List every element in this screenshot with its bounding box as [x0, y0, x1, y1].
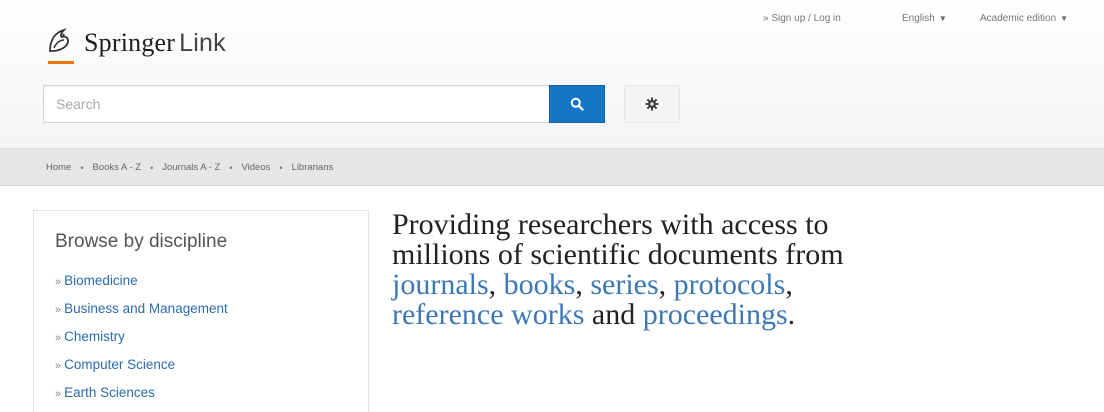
- logo-accent-bar: [48, 61, 74, 64]
- caret-down-icon: ▼: [1060, 14, 1069, 23]
- caret-down-icon: ▼: [938, 14, 947, 23]
- nav-separator: •: [229, 162, 233, 173]
- discipline-link-chemistry[interactable]: » Chemistry: [55, 329, 228, 357]
- proceedings-link[interactable]: proceedings: [643, 298, 788, 331]
- springer-horse-icon: [44, 24, 76, 64]
- reference-works-link[interactable]: reference works: [392, 298, 584, 331]
- discipline-link-business-management[interactable]: » Business and Management: [55, 301, 228, 329]
- hero-line-3: journals, books, series, protocols,: [392, 268, 793, 301]
- site-header: Springer Link » Sign up / Log in English ▼…: [0, 0, 1104, 150]
- panel-title: Browse by discipline: [55, 231, 228, 252]
- brand-springer: Springer: [84, 28, 176, 57]
- brand-name: Springer Link: [84, 28, 226, 58]
- journals-link[interactable]: journals: [392, 268, 489, 301]
- hero-line-2: millions of scientific documents from: [392, 238, 844, 271]
- main-nav: Home • Books A - Z • Journals A - Z • Vi…: [0, 148, 1104, 186]
- nav-books-a-z[interactable]: Books A - Z: [93, 162, 142, 173]
- discipline-list: » Biomedicine » Business and Management » C…: [55, 273, 228, 412]
- protocols-link[interactable]: protocols: [674, 268, 786, 301]
- edition-label: Academic edition: [980, 13, 1057, 24]
- hero-line-1: Providing researchers with access to: [392, 208, 829, 241]
- nav-videos[interactable]: Videos: [241, 162, 270, 173]
- nav-separator: •: [150, 162, 154, 173]
- language-selector[interactable]: English ▼: [902, 13, 947, 24]
- books-link[interactable]: books: [504, 268, 576, 301]
- edition-selector[interactable]: Academic edition ▼: [980, 13, 1068, 24]
- hero-line-4: reference works and proceedings.: [392, 298, 796, 331]
- search-icon: [570, 97, 584, 111]
- brand-link: Link: [179, 29, 226, 57]
- search-button[interactable]: [549, 85, 605, 123]
- discipline-link-biomedicine[interactable]: » Biomedicine: [55, 273, 228, 301]
- search-input[interactable]: Search: [43, 85, 549, 123]
- nav-librarians[interactable]: Librarians: [292, 162, 334, 173]
- nav-home[interactable]: Home: [46, 162, 71, 173]
- search-settings-button[interactable]: [624, 85, 680, 123]
- discipline-link-earth-sciences[interactable]: » Earth Sciences: [55, 385, 228, 412]
- nav-journals-a-z[interactable]: Journals A - Z: [162, 162, 220, 173]
- gear-icon: [645, 97, 659, 111]
- browse-by-discipline-panel: Browse by discipline » Biomedicine » Busin…: [33, 210, 369, 412]
- nav-separator: •: [279, 162, 283, 173]
- hero-tagline: Providing researchers with access to mil…: [392, 210, 1092, 330]
- discipline-link-computer-science[interactable]: » Computer Science: [55, 357, 228, 385]
- language-label: English: [902, 13, 935, 24]
- nav-separator: •: [80, 162, 84, 173]
- signup-login-link[interactable]: » Sign up / Log in: [763, 13, 841, 24]
- springerlink-logo[interactable]: Springer Link: [44, 24, 226, 64]
- series-link[interactable]: series: [590, 268, 658, 301]
